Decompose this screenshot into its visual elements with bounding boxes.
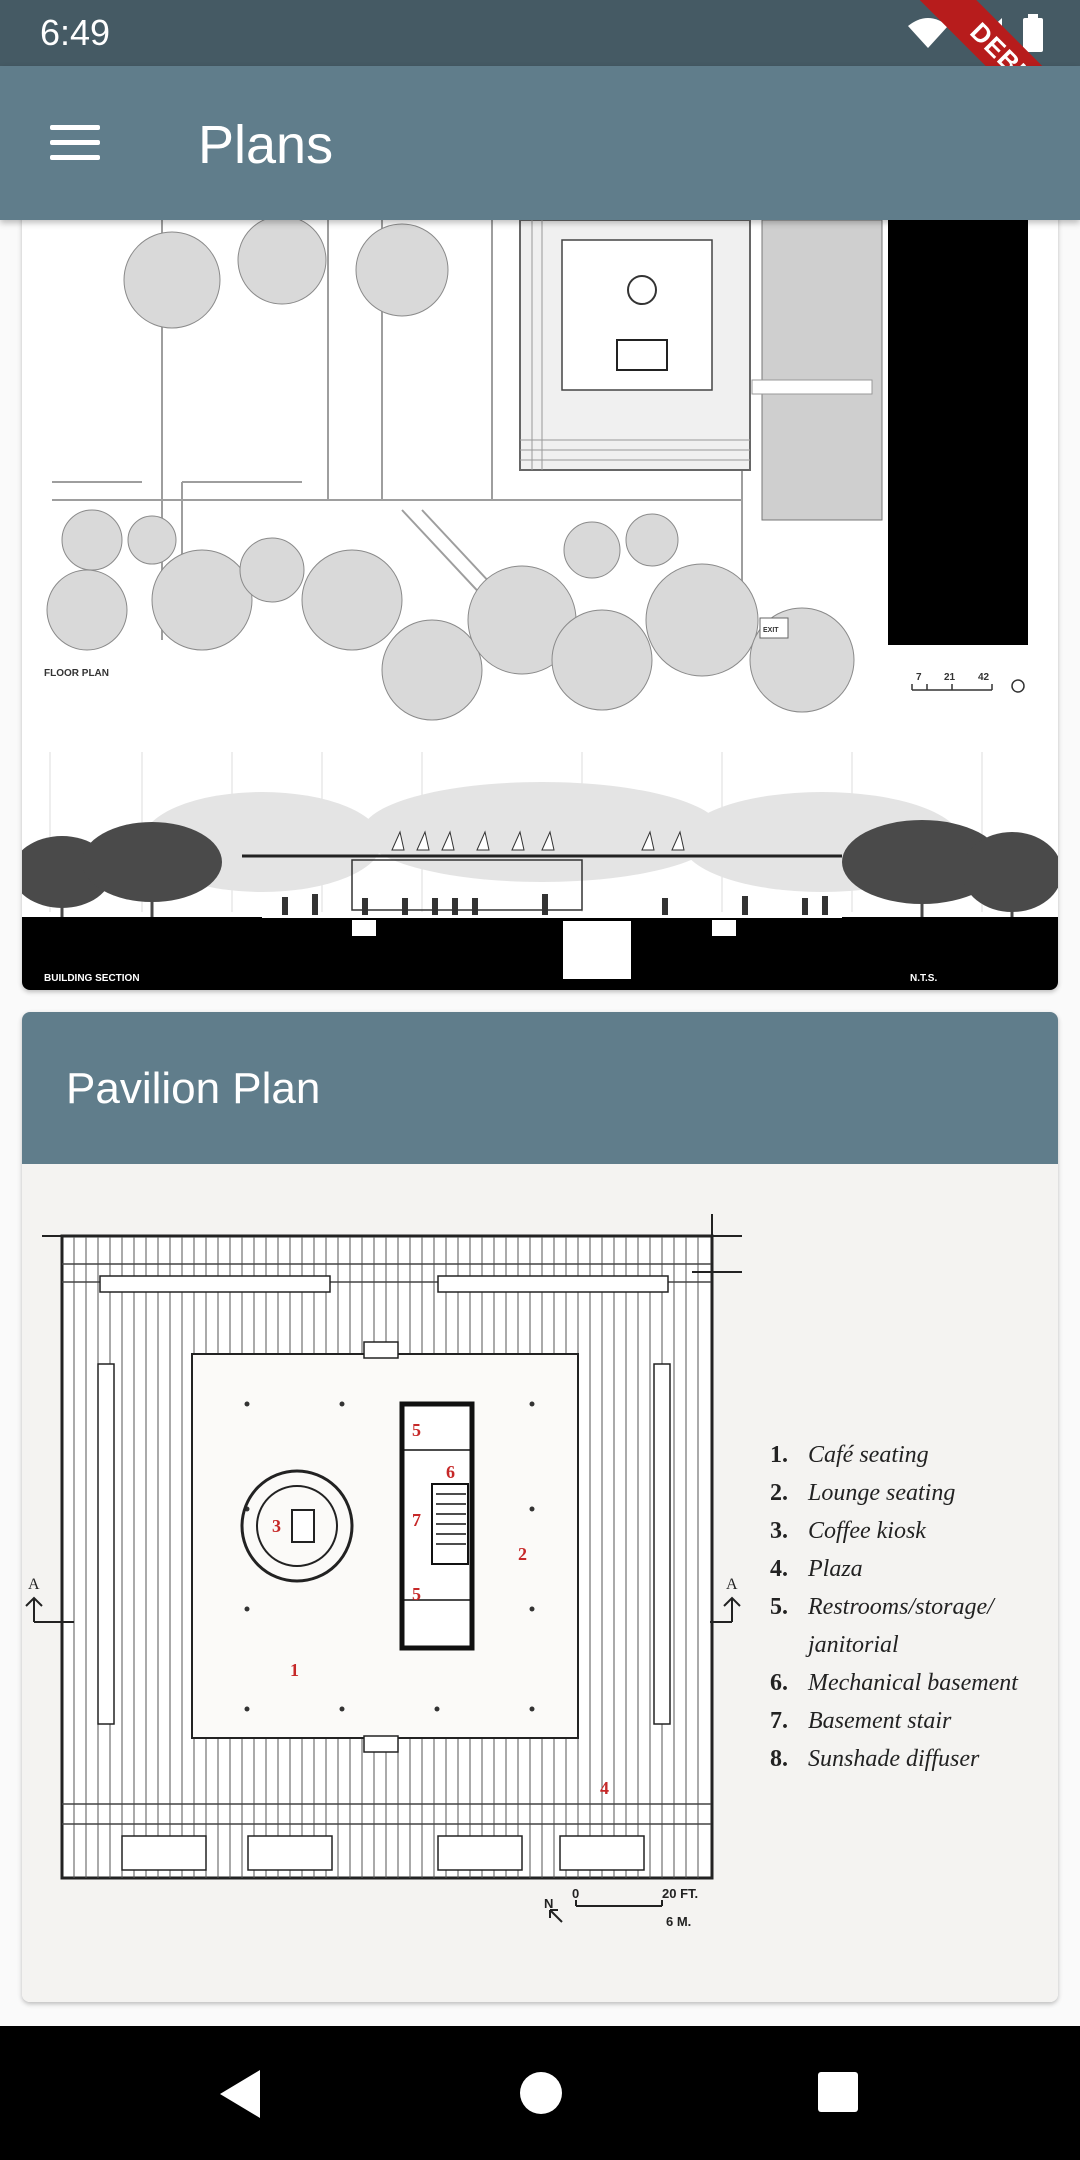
section-a-right: A (726, 1576, 738, 1593)
legend-text: Sunshade diffuser (808, 1746, 980, 1772)
site-plan-card[interactable]: FLOOR PLAN 7 21 42 EXIT BUILDING SECTION… (22, 220, 1058, 990)
floor-plan-image: FLOOR PLAN 7 21 42 EXIT (22, 220, 1058, 750)
scale-note: N.T.S. (910, 973, 937, 984)
legend-text: Café seating (808, 1442, 929, 1468)
status-bar: 6:49 DEBUG (0, 0, 1080, 169)
building-section-label: BUILDING SECTION (44, 973, 140, 984)
app-bar: Plans (0, 66, 1080, 220)
legend-text: Restrooms/storage/ (807, 1594, 996, 1620)
status-time: 6:49 (40, 12, 111, 53)
legend-number: 7. (770, 1708, 788, 1734)
scale-tick-label: 42 (978, 672, 990, 683)
pavilion-plan-image: 1 2 3 4 5 5 6 7 A A N 0 20 FT. 6 M. 1. C… (22, 1164, 1058, 2002)
floor-plan-label: FLOOR PLAN (44, 668, 109, 679)
legend-text: Coffee kiosk (808, 1518, 926, 1544)
battery-icon (1023, 14, 1043, 52)
legend-text: Mechanical basement (807, 1670, 1019, 1696)
legend-text: Lounge seating (807, 1480, 955, 1506)
home-icon[interactable] (520, 2072, 562, 2114)
legend-number: 5. (770, 1594, 788, 1620)
page-title: Plans (198, 115, 334, 175)
site-exit-label: EXIT (763, 627, 779, 634)
legend-number: 3. (770, 1518, 788, 1544)
legend-number: 4. (770, 1556, 788, 1582)
scale-tick-label: 21 (944, 672, 956, 683)
plans-list[interactable]: FLOOR PLAN 7 21 42 EXIT BUILDING SECTION… (0, 220, 1080, 2026)
pavilion-plan-drawing: 1 2 3 4 5 5 6 7 A A N 0 20 FT. 6 M. 1. C… (22, 1164, 1058, 2002)
building-section-drawing: BUILDING SECTION N.T.S. (22, 752, 1058, 990)
scale-tick-label: 7 (916, 672, 922, 683)
plan-mark-3: 3 (272, 1516, 281, 1536)
building-section-image: BUILDING SECTION N.T.S. (22, 752, 1058, 990)
legend-number: 2. (770, 1480, 788, 1506)
legend-number: 8. (770, 1746, 788, 1772)
legend-text: Plaza (807, 1556, 863, 1582)
legend-text: janitorial (805, 1632, 899, 1658)
legend-text: Basement stair (808, 1708, 952, 1734)
recents-icon[interactable] (818, 2072, 858, 2112)
section-a-left: A (28, 1576, 40, 1593)
scale-zero: 0 (572, 1886, 579, 1901)
floor-plan-drawing: FLOOR PLAN 7 21 42 EXIT (22, 220, 1058, 750)
legend-number: 6. (770, 1670, 788, 1696)
legend-number: 1. (770, 1442, 788, 1468)
plan-mark-5b: 5 (412, 1584, 421, 1604)
scale-meters: 6 M. (666, 1914, 691, 1929)
back-icon[interactable] (220, 2070, 260, 2118)
scale-feet: 20 FT. (662, 1886, 698, 1901)
plan-mark-4: 4 (600, 1778, 609, 1798)
menu-icon[interactable] (36, 112, 116, 172)
plan-mark-5a: 5 (412, 1420, 421, 1440)
north-label: N (544, 1896, 553, 1911)
plan-mark-6: 6 (446, 1462, 455, 1482)
card-title: Pavilion Plan (22, 1012, 1058, 1164)
navigation-bar (0, 2026, 1080, 2160)
plan-mark-1: 1 (290, 1660, 299, 1680)
plan-mark-2: 2 (518, 1544, 527, 1564)
pavilion-plan-card[interactable]: Pavilion Plan 1 2 3 4 5 5 6 7 A A N 0 20… (22, 1012, 1058, 2002)
plan-mark-7: 7 (412, 1510, 421, 1530)
